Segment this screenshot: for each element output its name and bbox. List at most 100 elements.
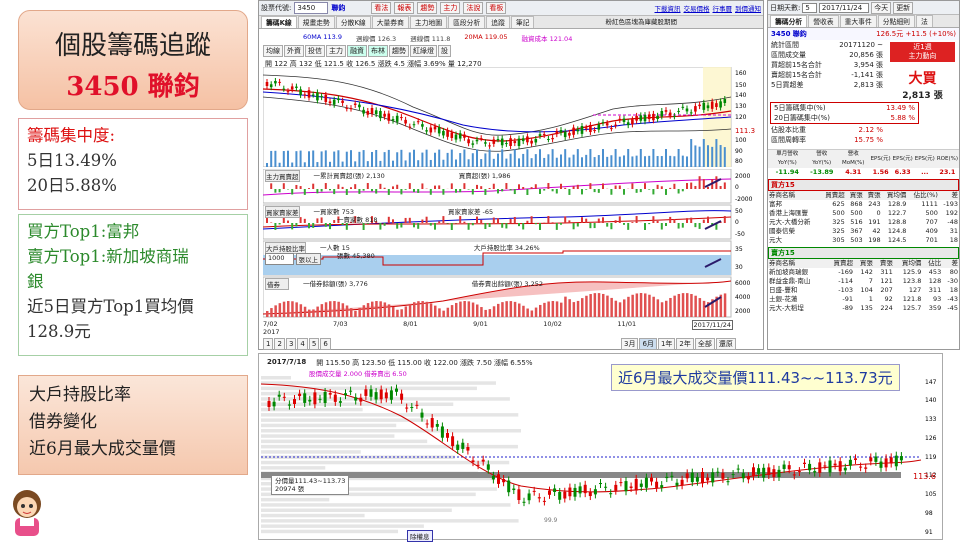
tab-chip-k[interactable]: 籌碼K線	[261, 16, 297, 28]
buy-broker-row[interactable]: 元大305503198124.570118	[768, 236, 959, 245]
tab-track[interactable]: 追蹤	[486, 16, 510, 28]
page-3[interactable]: 3	[286, 338, 296, 350]
days-select[interactable]: 5	[802, 3, 816, 13]
refresh-button[interactable]: 更新	[893, 2, 913, 14]
sell-title: 賣方15	[768, 247, 959, 259]
tab-law[interactable]: 法	[916, 15, 933, 27]
p1-net: 買賣超(張) 1,986	[459, 170, 511, 182]
tab-dispersion[interactable]: 分散K線	[336, 16, 371, 28]
conference-button[interactable]: 法說	[463, 2, 483, 14]
sell-broker-row[interactable]: 元大-大稻埕-89135224125.7359-45	[768, 304, 959, 313]
ind-margin[interactable]: 融資	[347, 45, 367, 57]
range-restore[interactable]: 還原	[716, 338, 736, 350]
tab-main-map[interactable]: 主力地圖	[410, 16, 447, 28]
sell-broker-row[interactable]: 新加坡商瑞銀-169142311125.945380	[768, 268, 959, 277]
buyer-diff-bar	[430, 223, 432, 226]
tab-brokers[interactable]: 大量券商	[372, 16, 409, 28]
candle-body	[341, 101, 344, 103]
svg-text:140: 140	[925, 397, 937, 404]
tab-chip-analysis[interactable]: 籌碼分析	[770, 15, 807, 27]
page-5[interactable]: 5	[309, 338, 319, 350]
ind-light[interactable]: 紅綠燈	[410, 45, 437, 57]
buy-broker-row[interactable]: 香港上海匯豐5005000122.7500192	[768, 209, 959, 218]
candle-body	[303, 393, 306, 403]
p2-name[interactable]: 買家賣家差	[265, 206, 300, 218]
sell-top1-cont: 銀	[27, 269, 239, 294]
candle-body	[329, 393, 332, 395]
netbuy-bar	[493, 184, 495, 189]
volume-profile-bar	[261, 498, 329, 502]
candle-body	[431, 418, 434, 427]
candle-body	[472, 460, 475, 462]
p3-threshold-unit[interactable]: 張以上	[296, 253, 322, 265]
buy-broker-row[interactable]: 元大-大橋分新325516191128.8707-48	[768, 218, 959, 227]
netbuy-bar	[694, 186, 696, 189]
trend-button[interactable]: 趨勢	[417, 2, 437, 14]
date-input[interactable]: 2017/11/24	[819, 3, 869, 13]
lending-bar	[594, 293, 597, 317]
link-price[interactable]: 交易價格	[684, 3, 710, 13]
ind-foreign[interactable]: 外資	[284, 45, 304, 57]
candle-body	[298, 394, 301, 396]
link-download[interactable]: 下載資訊	[655, 3, 681, 13]
volume-bar	[518, 158, 520, 167]
tab-revenue[interactable]: 營收表	[808, 15, 838, 27]
range-2y[interactable]: 2年	[676, 338, 693, 350]
range-3m[interactable]: 3月	[621, 338, 638, 350]
range-6m[interactable]: 6月	[639, 338, 656, 350]
p4-name[interactable]: 借券	[265, 278, 289, 290]
link-alert[interactable]: 到價通知	[735, 3, 761, 13]
board-button[interactable]: 看板	[486, 2, 506, 14]
today-button[interactable]: 今天	[871, 2, 891, 14]
buyer-diff-bar	[573, 223, 575, 229]
candle-body	[543, 134, 546, 135]
ind-main[interactable]: 主力	[326, 45, 346, 57]
tab-notes[interactable]: 筆記	[511, 16, 535, 28]
candle-body	[694, 106, 697, 111]
volume-bar	[413, 150, 415, 167]
buyer-diff-bar	[594, 223, 596, 228]
candle-body	[488, 145, 491, 146]
volume-bar	[640, 149, 642, 167]
tab-events[interactable]: 重大事件	[840, 15, 877, 27]
stock-code-input[interactable]: 3450	[294, 2, 328, 14]
tab-branch[interactable]: 分點細則	[878, 15, 915, 27]
sell-broker-row[interactable]: 群益金鼎-南山-1147121123.8128-30	[768, 277, 959, 286]
main-force-button[interactable]: 主力	[440, 2, 460, 14]
volume-bar	[434, 153, 436, 167]
volume-bar	[606, 157, 608, 167]
page-2[interactable]: 2	[274, 338, 284, 350]
volume-bar	[619, 157, 621, 167]
stock-name: 聯鈞	[331, 3, 345, 13]
view-button[interactable]: 看法	[371, 2, 391, 14]
report-button[interactable]: 報表	[394, 2, 414, 14]
link-calendar[interactable]: 行事曆	[713, 3, 733, 13]
tab-planning[interactable]: 規畫走勢	[298, 16, 335, 28]
buyer-diff-bar	[321, 217, 323, 223]
p3-threshold-select[interactable]: 1000	[265, 253, 294, 265]
ind-trend[interactable]: 趨勢	[389, 45, 409, 57]
sell-broker-row[interactable]: 土銀-花蓮-91192121.893-43	[768, 295, 959, 304]
range-all[interactable]: 全部	[695, 338, 715, 350]
page-6[interactable]: 6	[320, 338, 330, 350]
candle-body	[834, 464, 837, 466]
ind-bollinger[interactable]: 布林	[368, 45, 388, 57]
page-4[interactable]: 4	[297, 338, 307, 350]
netbuy-bar	[703, 179, 705, 189]
candle-body	[721, 473, 724, 479]
volume-bar	[472, 153, 474, 167]
candle-body	[645, 478, 648, 488]
sell-broker-row[interactable]: 日盛-豐和-10310420712731118	[768, 286, 959, 295]
candle-body	[859, 467, 862, 468]
lending-bar	[371, 302, 374, 317]
range-1y[interactable]: 1年	[658, 338, 675, 350]
tab-range[interactable]: 區段分析	[448, 16, 485, 28]
ind-trust[interactable]: 投信	[305, 45, 325, 57]
buy-broker-row[interactable]: 富邦625868243128.91111-193	[768, 200, 959, 209]
page-1[interactable]: 1	[263, 338, 273, 350]
candle-body	[635, 116, 638, 121]
p1-name[interactable]: 主力買賣超	[265, 170, 300, 182]
ind-ma[interactable]: 均線	[263, 45, 283, 57]
buy-broker-row[interactable]: 國泰信榮32536742124.840931	[768, 227, 959, 236]
ind-settings[interactable]: 設	[438, 45, 451, 57]
